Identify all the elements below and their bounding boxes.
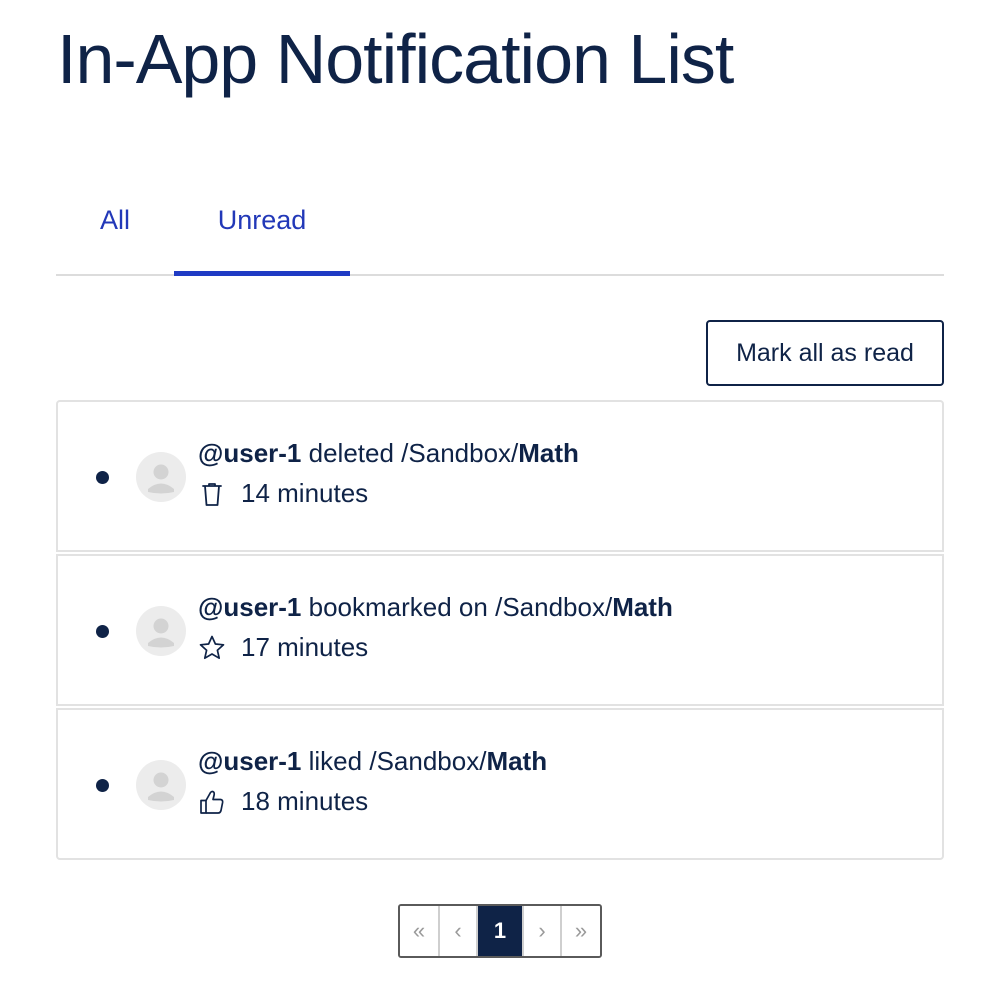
notification-meta: 17 minutes: [198, 632, 368, 663]
notification-path[interactable]: /Sandbox/Math: [369, 746, 547, 776]
user-placeholder-icon: [148, 464, 174, 494]
notification-action: liked: [308, 746, 363, 776]
notification-message: @user-1 bookmarked on /Sandbox/Math: [198, 592, 673, 623]
notification-time: 17 minutes: [241, 632, 369, 662]
notification-user: @user-1: [198, 592, 302, 622]
avatar: [136, 452, 186, 502]
notification-message: @user-1 liked /Sandbox/Math: [198, 746, 547, 777]
pagination: « ‹ 1 › »: [398, 904, 602, 958]
avatar: [136, 606, 186, 656]
notification-path-name: Math: [518, 438, 579, 468]
mark-all-as-read-button[interactable]: Mark all as read: [706, 320, 944, 386]
current-page-button[interactable]: 1: [478, 906, 524, 956]
notification-list: @user-1 deleted /Sandbox/Math 14 minutes…: [56, 400, 944, 862]
notification-action: bookmarked on: [308, 592, 488, 622]
unread-dot: [96, 471, 109, 484]
trash-icon: [202, 482, 222, 506]
star-icon: [199, 635, 225, 659]
last-page-button[interactable]: »: [562, 906, 600, 956]
notification-user: @user-1: [198, 438, 302, 468]
notification-path[interactable]: /Sandbox/Math: [495, 592, 673, 622]
notification-tabs: All Unread: [56, 180, 944, 276]
notification-time: 14 minutes: [241, 478, 369, 508]
avatar: [136, 760, 186, 810]
thumbs-up-icon: [200, 790, 224, 814]
unread-dot: [96, 779, 109, 792]
unread-dot: [96, 625, 109, 638]
notification-path-name: Math: [486, 746, 548, 776]
notification-path-prefix: /Sandbox/: [495, 592, 613, 622]
notification-meta: 18 minutes: [198, 786, 368, 817]
previous-page-button[interactable]: ‹: [440, 906, 478, 956]
notification-time: 18 minutes: [241, 786, 369, 816]
tab-all-label: All: [99, 205, 130, 235]
user-placeholder-icon: [148, 772, 174, 802]
notification-path-name: Math: [612, 592, 673, 622]
notification-path[interactable]: /Sandbox/Math: [401, 438, 579, 468]
notification-path-prefix: /Sandbox/: [401, 438, 519, 468]
next-page-button[interactable]: ›: [524, 906, 562, 956]
notification-item[interactable]: @user-1 deleted /Sandbox/Math 14 minutes: [56, 400, 944, 552]
notification-message: @user-1 deleted /Sandbox/Math: [198, 438, 579, 469]
notification-action: deleted: [308, 438, 394, 468]
user-placeholder-icon: [148, 618, 174, 648]
active-tab-indicator: [174, 271, 350, 276]
tab-unread-label: Unread: [217, 205, 307, 235]
first-page-button[interactable]: «: [400, 906, 440, 956]
tab-all[interactable]: All: [56, 180, 174, 274]
notification-meta: 14 minutes: [198, 478, 368, 509]
notification-item[interactable]: @user-1 liked /Sandbox/Math 18 minutes: [56, 708, 944, 860]
page-title: In-App Notification List: [57, 20, 734, 98]
notification-path-prefix: /Sandbox/: [369, 746, 487, 776]
tab-unread[interactable]: Unread: [174, 180, 350, 276]
notification-item[interactable]: @user-1 bookmarked on /Sandbox/Math 17 m…: [56, 554, 944, 706]
notification-user: @user-1: [198, 746, 302, 776]
